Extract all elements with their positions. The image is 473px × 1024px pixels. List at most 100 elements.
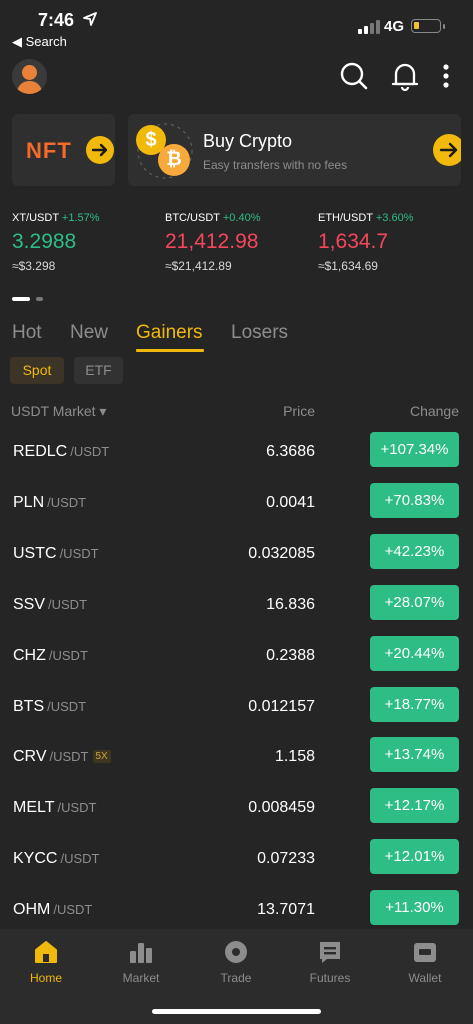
nav-futures-label: Futures (309, 971, 351, 985)
nav-home[interactable]: Home (11, 939, 81, 985)
nav-trade-label: Trade (220, 971, 252, 985)
ticker-approx-price: ≈$3.298 (12, 259, 56, 273)
tab-hot[interactable]: Hot (12, 322, 42, 344)
buy-crypto-banner[interactable]: $ ₿ Buy Crypto Easy transfers with no fe… (128, 114, 461, 186)
row-symbol-cell: KYCC/USDT (13, 850, 99, 868)
row-quote: /USDT (59, 545, 99, 561)
buy-crypto-title: Buy Crypto (203, 131, 293, 151)
ticker-change: +1.57% (61, 212, 100, 224)
ticker-pair: BTC/USDT (165, 212, 220, 224)
row-symbol: KYCC (13, 850, 58, 868)
table-row[interactable]: USTC/USDT 0.032085 +42.23% (0, 533, 473, 585)
chip-spot[interactable]: Spot (10, 357, 64, 384)
profile-avatar[interactable] (12, 59, 47, 94)
row-price: 0.07233 (257, 850, 315, 868)
row-symbol: REDLC (13, 443, 68, 460)
row-symbol: USTC (13, 544, 57, 562)
row-symbol-cell: MELT/USDT (13, 799, 96, 817)
home-indicator (152, 1009, 321, 1014)
ticker-price: 1,634.7 (318, 230, 389, 253)
row-quote: /USDT (49, 749, 89, 765)
row-change-badge[interactable]: +11.30% (370, 890, 459, 926)
row-price: 0.032085 (248, 544, 315, 562)
row-price: 0.0041 (266, 493, 315, 511)
row-symbol-cell: CRV/USDT 5X (13, 748, 111, 766)
chip-etf[interactable]: ETF (74, 357, 123, 384)
row-price: 16.836 (266, 595, 315, 613)
row-symbol: CHZ (13, 646, 46, 664)
row-symbol-cell: REDLC/USDT (13, 443, 109, 461)
row-quote: /USDT (60, 851, 100, 867)
search-icon[interactable] (339, 60, 369, 92)
bell-icon[interactable] (390, 60, 420, 92)
nft-banner-label: NFT (26, 138, 72, 163)
row-change-badge[interactable]: +107.34% (370, 432, 459, 467)
ticker-change: +3.60% (375, 212, 414, 224)
trade-icon (225, 941, 247, 963)
nav-home-label: Home (29, 971, 62, 985)
table-row[interactable]: CHZ/USDT 0.2388 +20.44% (0, 635, 473, 687)
ticker-card[interactable]: BTC/USDT +0.40% 21,412.98 ≈$21,412.89 (165, 212, 315, 273)
table-row[interactable]: BTS/USDT 0.012157 +18.77% (0, 686, 473, 738)
nav-wallet[interactable]: Wallet (390, 939, 460, 985)
row-quote: /USDT (48, 596, 88, 612)
row-symbol-cell: OHM/USDT (13, 901, 92, 919)
row-change-badge[interactable]: +13.74% (370, 737, 459, 773)
row-change-badge[interactable]: +12.17% (370, 788, 459, 824)
market-icon (130, 943, 152, 963)
ticker-card[interactable]: XT/USDT +1.57% 3.2988 ≈$3.298 (12, 212, 162, 273)
table-row[interactable]: CRV/USDT 5X 1.158 +13.74% (0, 737, 473, 788)
row-change-badge[interactable]: +12.01% (370, 839, 459, 875)
row-change-badge[interactable]: +28.07% (370, 584, 459, 620)
arrow-right-icon (433, 134, 461, 166)
table-row[interactable]: REDLC/USDT 6.3686 +107.34% (0, 432, 473, 483)
price-column-header[interactable]: Price (283, 403, 315, 419)
row-quote: /USDT (57, 800, 97, 816)
row-change-badge[interactable]: +18.77% (370, 686, 459, 722)
tab-active-underline (136, 349, 204, 352)
row-symbol: BTS (13, 697, 45, 715)
nav-futures[interactable]: Futures (295, 939, 365, 985)
row-quote: /USDT (70, 444, 110, 459)
more-icon[interactable] (431, 60, 461, 92)
home-icon (35, 941, 57, 963)
change-column-header[interactable]: Change (410, 403, 459, 419)
ticker-price: 21,412.98 (165, 230, 259, 253)
row-price: 13.7071 (257, 901, 315, 919)
ticker-change: +0.40% (222, 212, 261, 224)
row-symbol: PLN (13, 493, 45, 511)
ticker-card[interactable]: ETH/USDT +3.60% 1,634.7 ≈$1,634.69 (318, 212, 468, 273)
row-symbol-cell: PLN/USDT (13, 494, 86, 512)
row-symbol-cell: BTS/USDT (13, 698, 86, 716)
table-row[interactable]: MELT/USDT 0.008459 +12.17% (0, 788, 473, 839)
back-to-search-link[interactable]: ◀ Search (12, 34, 67, 50)
ticker-price: 3.2988 (12, 230, 77, 253)
row-price: 1.158 (274, 748, 315, 766)
row-symbol-cell: CHZ/USDT (13, 647, 88, 665)
table-row[interactable]: PLN/USDT 0.0041 +70.83% (0, 482, 473, 534)
row-change-badge[interactable]: +70.83% (370, 482, 459, 518)
row-price: 6.3686 (266, 443, 315, 460)
table-row[interactable]: SSV/USDT 16.836 +28.07% (0, 584, 473, 636)
row-change-badge[interactable]: +20.44% (370, 635, 459, 671)
row-symbol-cell: SSV/USDT (13, 596, 87, 614)
market-sort-dropdown[interactable]: USDT Market ▾ (11, 403, 106, 420)
arrow-right-icon (86, 136, 114, 164)
row-change-badge[interactable]: +42.23% (370, 533, 459, 569)
row-price: 0.2388 (266, 646, 315, 664)
nav-trade[interactable]: Trade (201, 939, 271, 985)
battery-level-fill (414, 22, 419, 29)
row-quote: /USDT (47, 494, 87, 510)
row-quote: /USDT (47, 698, 87, 714)
nav-wallet-label: Wallet (408, 971, 442, 985)
nav-market[interactable]: Market (106, 939, 176, 985)
leverage-badge: 5X (92, 750, 111, 764)
row-symbol: CRV (13, 748, 47, 766)
table-row[interactable]: KYCC/USDT 0.07233 +12.01% (0, 839, 473, 890)
tab-gainers[interactable]: Gainers (136, 322, 203, 344)
row-symbol: MELT (13, 799, 55, 817)
battery-icon (411, 19, 445, 33)
tab-new[interactable]: New (70, 322, 108, 344)
nft-banner[interactable]: NFT (12, 114, 115, 186)
tab-losers[interactable]: Losers (231, 322, 288, 344)
